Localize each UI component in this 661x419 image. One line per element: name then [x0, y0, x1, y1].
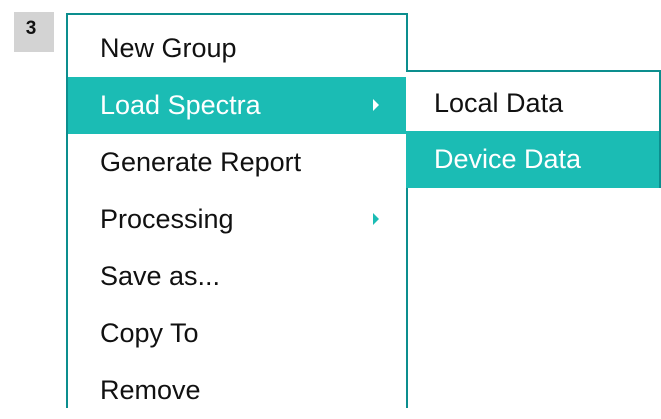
menu-item-copy-to[interactable]: Copy To: [68, 305, 406, 362]
context-menu: New Group Load Spectra Generate Report P…: [66, 13, 408, 408]
menu-item-label: Processing: [100, 204, 234, 234]
submenu-item-label: Device Data: [434, 144, 582, 174]
menu-item-processing[interactable]: Processing: [68, 191, 406, 248]
menu-item-new-group[interactable]: New Group: [68, 20, 406, 77]
submenu-arrow-icon: [373, 213, 379, 225]
menu-item-load-spectra[interactable]: Load Spectra: [68, 77, 406, 134]
submenu-item-device-data[interactable]: Device Data: [406, 131, 659, 188]
menu-item-remove[interactable]: Remove: [68, 362, 406, 419]
step-number-badge: 3: [14, 12, 54, 52]
submenu-item-local-data[interactable]: Local Data: [406, 75, 659, 132]
menu-item-label: Remove: [100, 375, 201, 405]
menu-item-label: Load Spectra: [100, 90, 261, 120]
submenu-arrow-icon: [373, 99, 379, 111]
menu-item-label: New Group: [100, 33, 237, 63]
load-spectra-submenu: Local Data Device Data: [406, 70, 661, 188]
submenu-item-label: Local Data: [434, 88, 564, 118]
menu-item-save-as[interactable]: Save as...: [68, 248, 406, 305]
menu-item-label: Copy To: [100, 318, 199, 348]
menu-item-generate-report[interactable]: Generate Report: [68, 134, 406, 191]
menu-item-label: Generate Report: [100, 147, 302, 177]
menu-item-label: Save as...: [100, 261, 221, 291]
